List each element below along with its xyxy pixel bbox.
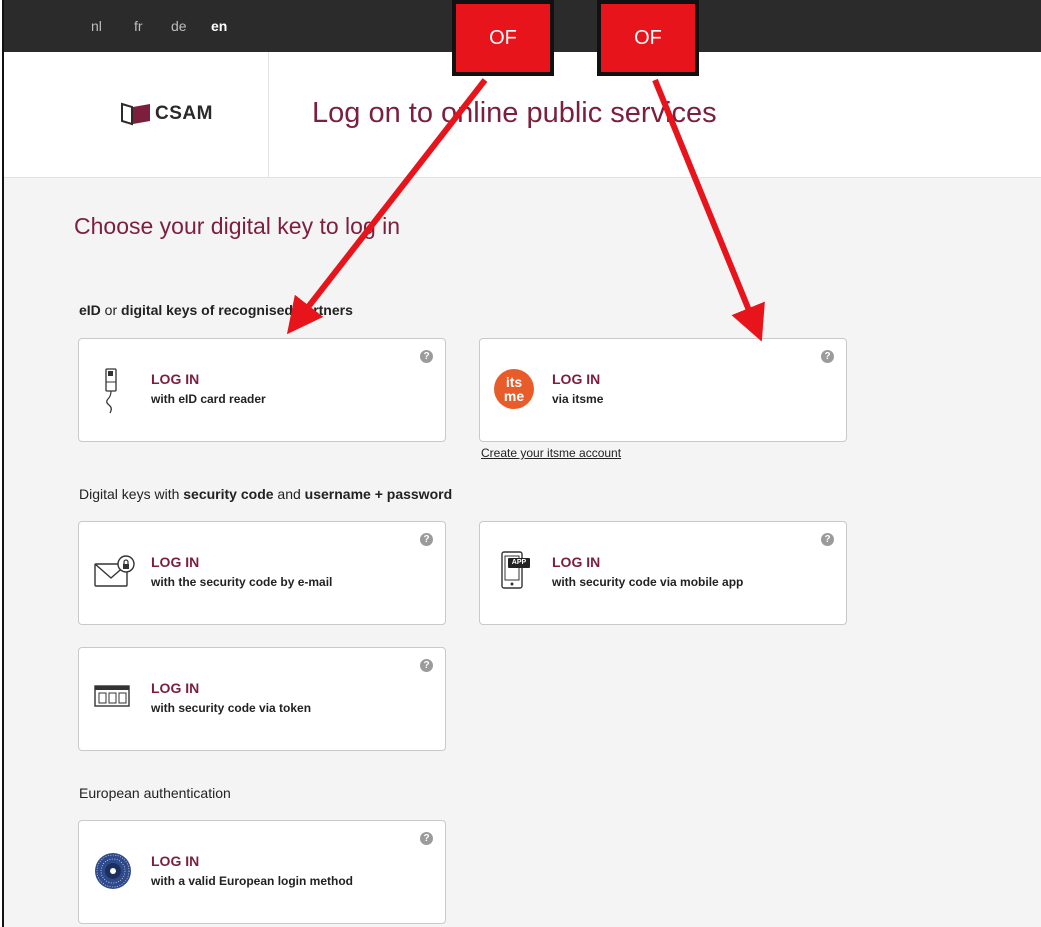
login-description: with eID card reader: [151, 392, 266, 406]
help-icon[interactable]: ?: [821, 350, 834, 363]
page-frame: nl fr de en CSAM Log on to online public…: [2, 0, 1041, 927]
header-divider: [268, 52, 269, 177]
login-label: LOG IN: [552, 371, 601, 387]
lang-fr[interactable]: fr: [134, 18, 143, 34]
login-label: LOG IN: [151, 853, 200, 869]
login-european-card[interactable]: LOG IN with a valid European login metho…: [78, 820, 446, 924]
section-eid-label: eID or digital keys of recognised partne…: [79, 302, 353, 318]
email-lock-icon: [93, 554, 135, 598]
section-security-label: Digital keys with security code and user…: [79, 486, 453, 502]
lang-en[interactable]: en: [211, 18, 227, 34]
csam-logo[interactable]: CSAM: [121, 102, 213, 126]
login-itsme-card[interactable]: its me LOG IN via itsme ?: [479, 338, 847, 442]
help-icon[interactable]: ?: [420, 659, 433, 672]
login-description: with a valid European login method: [151, 874, 354, 888]
help-icon[interactable]: ?: [420, 832, 433, 845]
help-icon[interactable]: ?: [420, 350, 433, 363]
login-label: LOG IN: [151, 554, 200, 570]
annotation-box-right: OF: [597, 0, 699, 76]
choose-key-title: Choose your digital key to log in: [74, 213, 401, 239]
token-icon: [93, 682, 133, 726]
lang-nl[interactable]: nl: [91, 18, 102, 34]
login-description: with the security code by e-mail: [151, 575, 333, 589]
csam-logo-text: CSAM: [155, 103, 213, 124]
login-email-card[interactable]: LOG IN with the security code by e-mail …: [78, 521, 446, 625]
create-itsme-account-link[interactable]: Create your itsme account: [481, 446, 621, 460]
page-title: Log on to online public services: [312, 97, 717, 129]
login-description: via itsme: [552, 392, 604, 406]
section-european-label: European authentication: [79, 785, 231, 801]
login-mobile-card[interactable]: APP LOG IN with security code via mobile…: [479, 521, 847, 625]
eu-stars-icon: [93, 851, 133, 895]
itsme-logo-icon: its me: [494, 369, 534, 413]
card-reader-icon: [93, 367, 133, 414]
help-icon[interactable]: ?: [420, 533, 433, 546]
itsme-logo-text: its me: [494, 369, 534, 409]
login-eid-card[interactable]: LOG IN with eID card reader ?: [78, 338, 446, 442]
annotation-box-left: OF: [452, 0, 554, 76]
login-token-card[interactable]: LOG IN with security code via token ?: [78, 647, 446, 751]
login-description: with security code via mobile app: [552, 575, 744, 589]
login-label: LOG IN: [552, 554, 601, 570]
login-label: LOG IN: [151, 371, 200, 387]
csam-logo-icon: [121, 102, 150, 126]
mobile-app-icon: APP: [494, 548, 534, 592]
app-badge: APP: [511, 559, 527, 566]
login-description: with security code via token: [151, 701, 312, 715]
help-icon[interactable]: ?: [821, 533, 834, 546]
login-label: LOG IN: [151, 680, 200, 696]
lang-de[interactable]: de: [171, 18, 187, 34]
